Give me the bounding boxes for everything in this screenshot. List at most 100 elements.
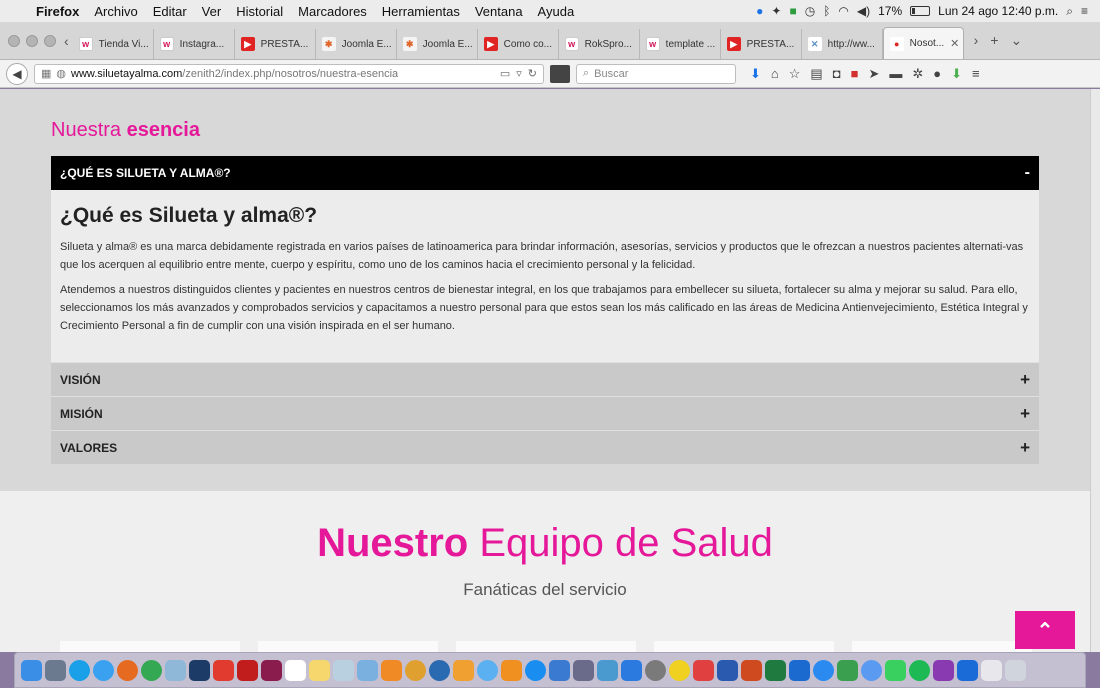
tab-7[interactable]: w template ... (640, 29, 721, 59)
volume-icon[interactable]: ◀) (857, 4, 870, 18)
team-card[interactable] (654, 641, 834, 652)
safari-icon[interactable] (93, 659, 114, 681)
bookmarks-icon[interactable]: ▤ (810, 66, 822, 82)
tab-6[interactable]: w RokSpro... (559, 29, 640, 59)
accordion-item-vision[interactable]: VISIÓN + (51, 362, 1039, 396)
clock[interactable]: Lun 24 ago 12:40 p.m. (938, 4, 1058, 18)
menu-ayuda[interactable]: Ayuda (538, 4, 575, 19)
list-tabs-icon[interactable]: ⌄ (1011, 32, 1023, 49)
home-icon[interactable]: ⌂ (771, 66, 779, 81)
tab-4[interactable]: ✱ Joomla E... (397, 29, 478, 59)
teamviewer-icon[interactable] (957, 659, 978, 681)
app-store-icon[interactable] (525, 659, 546, 681)
expand-icon[interactable]: + (1020, 404, 1030, 424)
url-bar[interactable]: ▦ ◍ www.siluetayalma.com/zenith2/index.p… (34, 63, 544, 84)
preview-icon[interactable] (333, 659, 354, 681)
menu-ventana[interactable]: Ventana (475, 4, 523, 19)
network-icon[interactable] (549, 659, 570, 681)
back-to-top-button[interactable]: ⌃ (1015, 611, 1075, 649)
green-arrow-icon[interactable]: ⬇ (951, 66, 962, 82)
chrome-icon[interactable] (141, 659, 162, 681)
launchpad-icon[interactable] (45, 659, 66, 681)
ibooks-icon[interactable] (501, 659, 522, 681)
scroll-tabs-right-icon[interactable]: › (974, 32, 979, 49)
menu-icon[interactable]: ≡ (972, 66, 980, 81)
tab-8[interactable]: ▶ PRESTA... (721, 29, 802, 59)
bluetooth-icon[interactable]: ᛒ (823, 4, 830, 18)
pencil-app-icon[interactable] (357, 659, 378, 681)
scroll-tabs-left-icon[interactable]: ‹ (64, 33, 73, 59)
evernote-icon[interactable]: ■ (789, 4, 796, 18)
team-card[interactable] (456, 641, 636, 652)
display-icon[interactable] (933, 659, 954, 681)
tab-3[interactable]: ✱ Joomla E... (316, 29, 397, 59)
transmit-icon[interactable] (597, 659, 618, 681)
evernote-dock-icon[interactable] (837, 659, 858, 681)
team-card[interactable] (258, 641, 438, 652)
tab-5[interactable]: ▶ Como co... (478, 29, 559, 59)
accordion-item-mision[interactable]: MISIÓN + (51, 396, 1039, 430)
addon-icon[interactable]: ■ (851, 66, 859, 81)
word-icon[interactable] (717, 659, 738, 681)
back-button[interactable]: ◀ (6, 62, 28, 85)
system-prefs-icon[interactable] (645, 659, 666, 681)
outlook-icon[interactable] (789, 659, 810, 681)
expand-icon[interactable]: + (1020, 438, 1030, 458)
radiation-app-icon[interactable] (669, 659, 690, 681)
menu-marcadores[interactable]: Marcadores (298, 4, 367, 19)
acrobat-pro-icon[interactable] (237, 659, 258, 681)
siri-icon[interactable] (861, 659, 882, 681)
video-editor-icon[interactable] (573, 659, 594, 681)
popcorn-icon[interactable] (693, 659, 714, 681)
amazon-icon[interactable] (453, 659, 474, 681)
reload-icon[interactable]: ↻ (528, 67, 537, 80)
menu-archivo[interactable]: Archivo (94, 4, 137, 19)
quicktime-icon[interactable] (429, 659, 450, 681)
tab-9[interactable]: ✕ http://ww... (802, 29, 883, 59)
close-tab-icon[interactable]: ✕ (950, 37, 959, 50)
wifi-icon[interactable]: ◠ (838, 4, 848, 18)
firebug-icon[interactable]: ✲ (912, 66, 923, 82)
tab-active[interactable]: ● Nosot... ✕ (882, 27, 964, 59)
tab-1[interactable]: w Instagra... (154, 29, 235, 59)
menu-historial[interactable]: Historial (236, 4, 283, 19)
menu-editar[interactable]: Editar (153, 4, 187, 19)
dropbox-icon[interactable]: ✦ (771, 4, 781, 18)
spotify-icon[interactable] (909, 659, 930, 681)
page-info-icon[interactable]: ▦ (41, 67, 51, 80)
blue-app-icon[interactable] (813, 659, 834, 681)
photos-icon[interactable] (165, 659, 186, 681)
reader-view-icon[interactable]: ▭ (500, 67, 510, 80)
send-icon[interactable]: ➤ (868, 66, 879, 82)
addon-yellow-icon[interactable]: ▬ (889, 66, 902, 81)
spotlight-icon[interactable]: ⌕ (1066, 4, 1073, 19)
pocket-icon[interactable]: ◘ (833, 66, 841, 81)
close-window-button[interactable] (8, 35, 20, 47)
new-tab-icon[interactable]: + (990, 32, 998, 49)
page-scrollbar[interactable] (1090, 89, 1100, 652)
downloads-icon[interactable]: ⬇ (750, 66, 761, 82)
accordion-header-open[interactable]: ¿QUÉ ES SILUETA Y ALMA®? - (51, 156, 1039, 190)
app-status-icon[interactable]: ● (756, 4, 763, 18)
time-machine-icon[interactable]: ◷ (805, 4, 815, 18)
accordion-item-valores[interactable]: VALORES + (51, 430, 1039, 464)
team-card[interactable] (852, 641, 1032, 652)
menu-herramientas[interactable]: Herramientas (382, 4, 460, 19)
skype-icon[interactable] (69, 659, 90, 681)
calendar-icon[interactable] (285, 659, 306, 681)
photoshop-icon[interactable] (189, 659, 210, 681)
tab-0[interactable]: w Tienda Vi... (73, 29, 154, 59)
team-card[interactable] (60, 641, 240, 652)
vlc-icon[interactable] (381, 659, 402, 681)
menu-app[interactable]: Firefox (36, 4, 79, 19)
finder-icon[interactable] (21, 659, 42, 681)
menu-ver[interactable]: Ver (202, 4, 222, 19)
tab-2[interactable]: ▶ PRESTA... (235, 29, 316, 59)
dropdown-icon[interactable]: ▿ (516, 67, 522, 80)
powerpoint-icon[interactable] (741, 659, 762, 681)
notification-center-icon[interactable]: ≡ (1081, 4, 1088, 18)
collapse-icon[interactable]: - (1025, 164, 1030, 182)
excel-icon[interactable] (765, 659, 786, 681)
download-app-icon[interactable] (621, 659, 642, 681)
search-box[interactable]: ⌕ Buscar (576, 63, 736, 84)
